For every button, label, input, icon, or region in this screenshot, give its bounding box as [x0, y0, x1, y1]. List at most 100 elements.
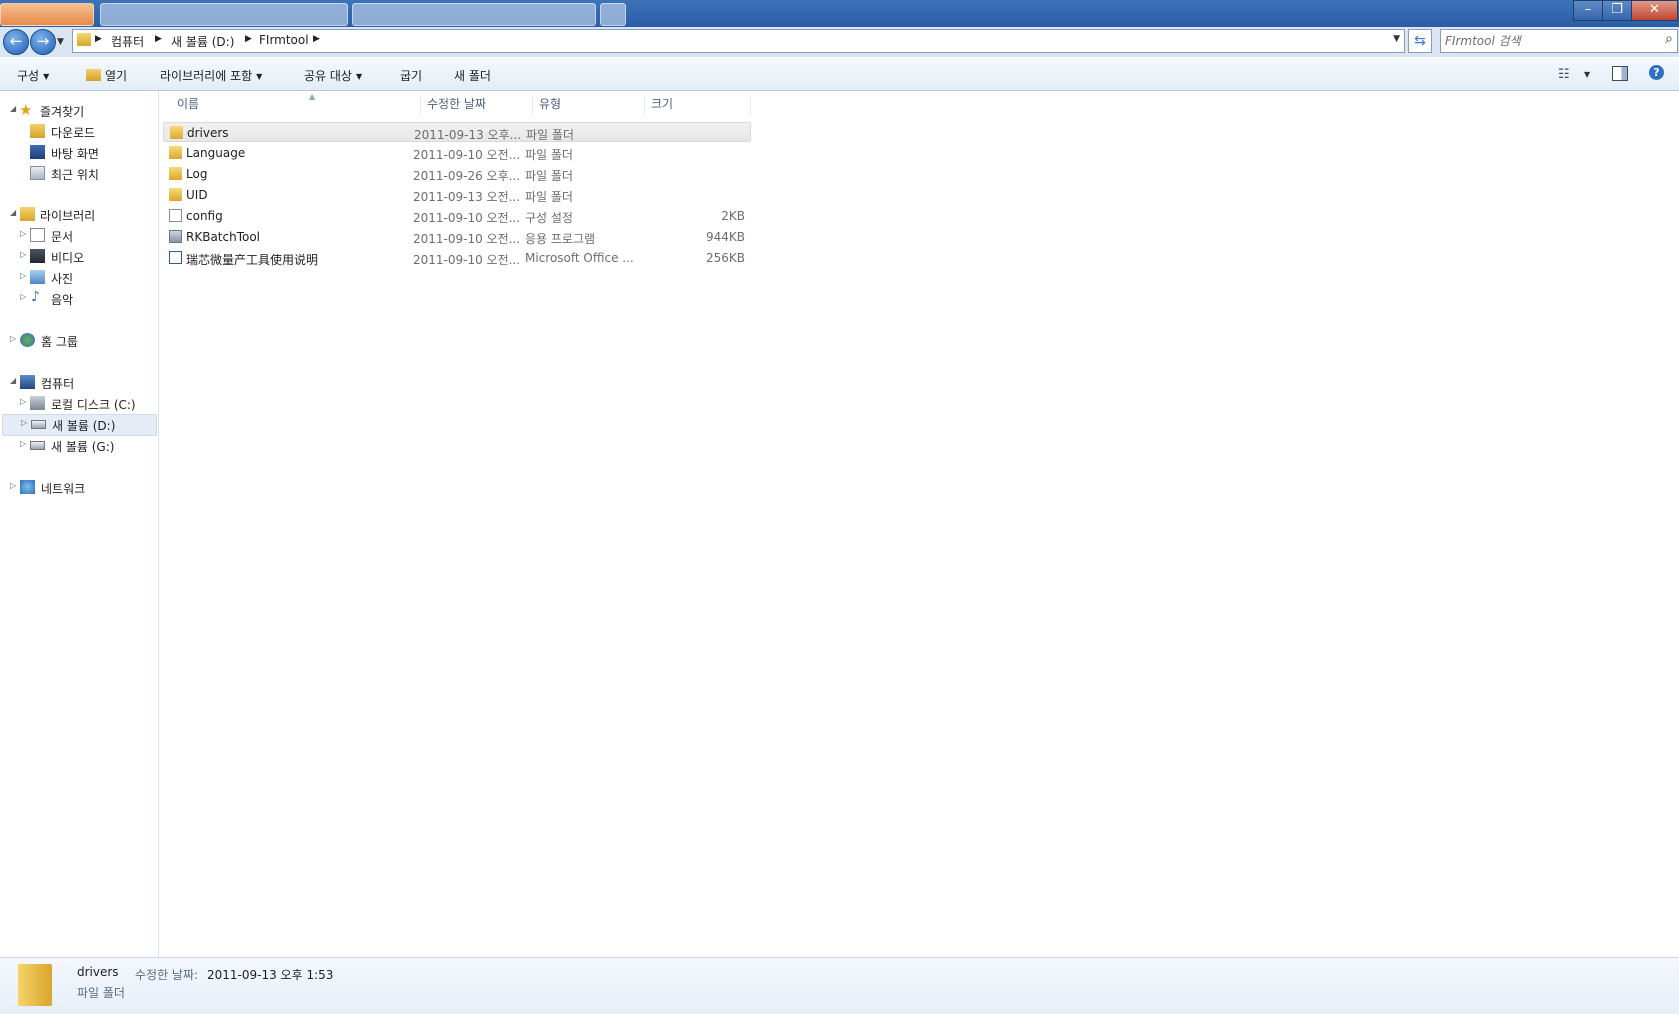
collapsed-chevron-icon[interactable]: ▷: [20, 250, 26, 259]
folder-icon: [169, 188, 182, 201]
collapsed-chevron-icon[interactable]: ▷: [20, 229, 26, 238]
column-header-date[interactable]: 수정한 날짜: [421, 95, 533, 115]
nav-recent-places[interactable]: 최근 위치: [0, 164, 156, 184]
file-date: 2011-09-10 오전...: [413, 148, 521, 162]
column-header-label: 이름: [177, 97, 200, 111]
file-name: drivers: [187, 126, 229, 140]
breadcrumb-firmtool[interactable]: FIrmtool: [259, 33, 309, 47]
new-folder-button[interactable]: 새 폴더: [454, 67, 491, 84]
taskbar-tab[interactable]: [352, 3, 596, 26]
folder-icon: [18, 964, 52, 1006]
file-date: 2011-09-26 오후...: [413, 169, 521, 183]
file-row[interactable]: config 2011-09-10 오전... 구성 설정 2KB: [163, 206, 751, 226]
nav-homegroup[interactable]: ▷ 홈 그룹: [0, 331, 156, 351]
nav-local-disk-c[interactable]: ▷ 로컬 디스크 (C:): [0, 394, 156, 414]
breadcrumb-chevron-icon[interactable]: ▶: [95, 34, 102, 44]
nav-volume-g[interactable]: ▷ 새 볼륨 (G:): [0, 436, 156, 456]
collapsed-chevron-icon[interactable]: ▷: [20, 397, 26, 406]
column-header-name[interactable]: 이름 ▲: [171, 92, 421, 115]
nav-downloads[interactable]: 다운로드: [0, 122, 156, 142]
taskbar-tab[interactable]: [100, 3, 348, 26]
expanded-chevron-icon[interactable]: ◢: [10, 376, 16, 385]
organize-button[interactable]: 구성 ▼: [17, 67, 49, 84]
pictures-icon: [30, 270, 45, 284]
minimize-button[interactable]: –: [1573, 0, 1603, 21]
maximize-button[interactable]: ❐: [1602, 0, 1632, 21]
nav-videos[interactable]: ▷ 비디오: [0, 247, 156, 267]
nav-computer[interactable]: ◢ 컴퓨터: [0, 373, 156, 393]
homegroup-icon: [20, 333, 35, 347]
forward-arrow-icon: →: [36, 32, 50, 50]
organize-label: 구성: [17, 69, 40, 83]
chevron-down-icon: ▼: [256, 72, 263, 81]
breadcrumb-chevron-icon[interactable]: ▶: [155, 34, 162, 44]
breadcrumb-volume-d[interactable]: 새 볼륨 (D:): [171, 33, 234, 50]
file-row[interactable]: Log 2011-09-26 오후... 파일 폴더: [163, 164, 751, 184]
nav-label: 즐겨찾기: [40, 105, 85, 119]
folder-icon: [169, 167, 182, 180]
videos-icon: [30, 249, 45, 263]
file-row[interactable]: RKBatchTool 2011-09-10 오전... 응용 프로그램 944…: [163, 227, 751, 247]
back-button[interactable]: ←: [3, 29, 29, 55]
nav-music[interactable]: ▷ ♪ 음악: [0, 289, 156, 309]
nav-label: 새 볼륨 (D:): [52, 419, 116, 433]
file-row[interactable]: 瑞芯微量产工具使用说明 2011-09-10 오전... Microsoft O…: [163, 248, 751, 268]
chevron-down-icon: ▼: [355, 72, 363, 81]
nav-favorites[interactable]: ◢ ★ 즐겨찾기: [0, 101, 156, 121]
forward-button[interactable]: →: [30, 29, 56, 55]
share-with-button[interactable]: 공유 대상 ▼: [304, 67, 362, 84]
refresh-button[interactable]: ⇆: [1408, 29, 1432, 53]
address-history-dropdown-icon[interactable]: ▼: [1393, 34, 1400, 44]
expanded-chevron-icon[interactable]: ◢: [10, 104, 16, 113]
close-button[interactable]: ✕: [1631, 0, 1678, 21]
file-row[interactable]: Language 2011-09-10 오전... 파일 폴더: [163, 143, 751, 163]
nav-pictures[interactable]: ▷ 사진: [0, 268, 156, 288]
nav-label: 라이브러리: [40, 209, 96, 223]
collapsed-chevron-icon[interactable]: ▷: [10, 481, 16, 490]
collapsed-chevron-icon[interactable]: ▷: [20, 271, 26, 280]
nav-label: 컴퓨터: [41, 377, 75, 391]
help-icon[interactable]: ?: [1649, 65, 1664, 80]
nav-documents[interactable]: ▷ 문서: [0, 226, 156, 246]
nav-desktop[interactable]: 바탕 화면: [0, 143, 156, 163]
nav-network[interactable]: ▷ 네트워크: [0, 478, 156, 498]
collapsed-chevron-icon[interactable]: ▷: [10, 334, 16, 343]
nav-label: 음악: [51, 293, 74, 307]
breadcrumb-chevron-icon[interactable]: ▶: [313, 34, 320, 44]
collapsed-chevron-icon[interactable]: ▷: [20, 292, 26, 301]
file-row[interactable]: UID 2011-09-13 오전... 파일 폴더: [163, 185, 751, 205]
sort-ascending-icon: ▲: [309, 92, 316, 101]
file-size: 944KB: [705, 230, 745, 244]
nav-label: 네트워크: [41, 482, 86, 496]
recent-places-icon: [30, 166, 45, 180]
collapsed-chevron-icon[interactable]: ▷: [20, 439, 26, 448]
column-header-type[interactable]: 유형: [533, 95, 645, 115]
recent-pages-dropdown-icon[interactable]: ▼: [57, 37, 64, 47]
file-row[interactable]: drivers 2011-09-13 오후... 파일 폴더: [163, 122, 751, 142]
search-icon[interactable]: ⌕: [1665, 31, 1673, 47]
breadcrumb-computer[interactable]: 컴퓨터: [111, 33, 144, 50]
address-bar[interactable]: ▶ 컴퓨터 ▶ 새 볼륨 (D:) ▶ FIrmtool ▶ ▼: [72, 29, 1405, 53]
nav-volume-d[interactable]: ▷ 새 볼륨 (D:): [2, 414, 157, 436]
file-date: 2011-09-10 오전...: [413, 232, 521, 246]
details-date-label: 수정한 날짜:: [135, 968, 199, 982]
file-name: Log: [186, 167, 208, 181]
preview-pane-icon[interactable]: [1612, 66, 1628, 81]
breadcrumb-chevron-icon[interactable]: ▶: [245, 34, 252, 44]
search-box[interactable]: ⌕: [1440, 29, 1678, 53]
nav-libraries[interactable]: ◢ 라이브러리: [0, 205, 156, 225]
column-header-size[interactable]: 크기: [645, 95, 751, 115]
taskbar-tab[interactable]: [600, 3, 626, 26]
search-input[interactable]: [1445, 32, 1645, 49]
chevron-down-icon[interactable]: ▼: [1584, 70, 1590, 79]
include-in-library-button[interactable]: 라이브러리에 포함 ▼: [160, 67, 262, 84]
file-date: 2011-09-13 오후...: [414, 128, 522, 142]
nav-label: 새 볼륨 (G:): [51, 440, 115, 454]
taskbar-tab-orange[interactable]: [0, 3, 94, 26]
open-button[interactable]: 열기: [86, 67, 127, 84]
burn-button[interactable]: 굽기: [400, 67, 422, 84]
chevron-down-icon: ▼: [43, 72, 50, 81]
collapsed-chevron-icon[interactable]: ▷: [21, 418, 27, 427]
change-view-icon[interactable]: ☷: [1558, 67, 1570, 82]
expanded-chevron-icon[interactable]: ◢: [10, 208, 16, 217]
